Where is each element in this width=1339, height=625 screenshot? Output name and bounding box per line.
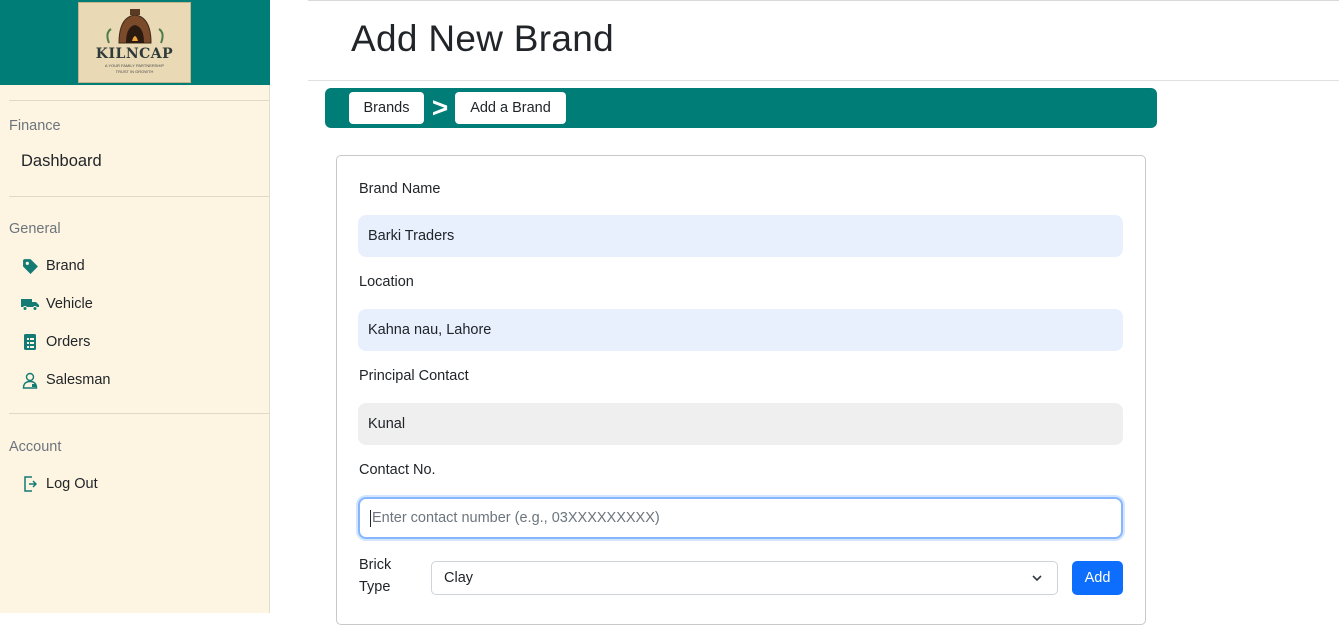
user-icon — [21, 371, 39, 389]
sidebar-divider — [9, 413, 269, 414]
brick-type-label-line1: Brick — [359, 557, 392, 573]
sidebar-item-dashboard[interactable]: Dashboard — [21, 152, 102, 171]
title-divider — [308, 80, 1339, 81]
section-title-general: General — [9, 221, 61, 237]
text-caret — [370, 509, 371, 527]
brick-type-label: Brick Type — [359, 554, 419, 598]
page-title: Add New Brand — [351, 18, 615, 59]
logo-tagline: A YOUR FAMILY PARTNERSHIP — [104, 63, 165, 68]
brand-name-input[interactable]: Barki Traders — [358, 215, 1123, 257]
location-label: Location — [359, 274, 414, 290]
brick-type-select[interactable]: Clay — [431, 561, 1058, 595]
brick-type-selected: Clay — [444, 570, 474, 586]
logo-bar: KILNCAP A YOUR FAMILY PARTNERSHIP TRUST … — [0, 0, 270, 85]
top-divider — [308, 0, 1339, 1]
breadcrumb-item-brands[interactable]: Brands — [349, 92, 424, 124]
section-title-account: Account — [9, 439, 62, 455]
brick-type-label-line2: Type — [359, 579, 391, 595]
sidebar-item-label: Salesman — [46, 372, 111, 388]
kilncap-logo[interactable]: KILNCAP A YOUR FAMILY PARTNERSHIP TRUST … — [78, 2, 191, 83]
chevron-down-icon — [1032, 575, 1042, 582]
sidebar-item-logout[interactable]: Log Out — [21, 473, 98, 495]
sidebar-item-label: Brand — [46, 258, 85, 274]
principal-contact-label: Principal Contact — [359, 368, 469, 384]
sidebar-item-label: Orders — [46, 334, 91, 350]
list-icon — [21, 333, 39, 351]
logo-name: KILNCAP — [95, 46, 174, 62]
tag-icon — [21, 257, 39, 275]
sidebar-item-label: Vehicle — [46, 296, 93, 312]
sidebar-divider — [9, 100, 269, 101]
sidebar-divider — [9, 196, 269, 197]
contact-no-placeholder: Enter contact number (e.g., 03XXXXXXXXX) — [372, 510, 660, 526]
contact-no-input[interactable]: Enter contact number (e.g., 03XXXXXXXXX) — [358, 497, 1123, 539]
brand-name-label: Brand Name — [359, 181, 441, 197]
location-input[interactable]: Kahna nau, Lahore — [358, 309, 1123, 351]
sidebar-item-label: Log Out — [46, 476, 98, 492]
sidebar-item-orders[interactable]: Orders — [21, 331, 90, 353]
sidebar-item-salesman[interactable]: Salesman — [21, 369, 110, 391]
sidebar: KILNCAP A YOUR FAMILY PARTNERSHIP TRUST … — [0, 0, 270, 613]
logout-icon — [21, 475, 39, 493]
truck-icon — [21, 295, 39, 313]
add-brick-type-button[interactable]: Add — [1072, 561, 1123, 595]
principal-contact-input: Kunal — [358, 403, 1123, 445]
breadcrumb-separator: > — [431, 92, 449, 123]
sidebar-item-brand[interactable]: Brand — [21, 255, 85, 277]
logo-tagline-2: TRUST IN GROWTH — [115, 69, 154, 74]
breadcrumb-item-add-brand: Add a Brand — [455, 92, 566, 124]
sidebar-item-vehicle[interactable]: Vehicle — [21, 293, 93, 315]
contact-no-label: Contact No. — [359, 462, 436, 478]
section-title-finance: Finance — [9, 118, 61, 134]
